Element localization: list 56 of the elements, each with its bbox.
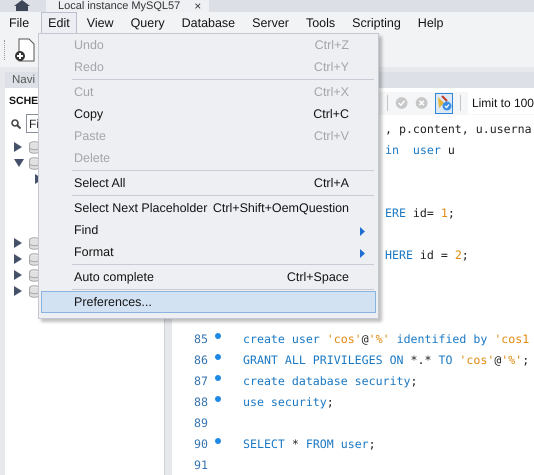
- code-text: use security;: [243, 394, 334, 408]
- line-number: 88: [193, 394, 208, 408]
- code-text: ERE id= 1;: [385, 206, 455, 220]
- expand-arrow-icon[interactable]: [14, 142, 24, 152]
- new-sql-file-icon[interactable]: [15, 38, 35, 62]
- collapse-arrow-icon[interactable]: [14, 159, 24, 167]
- code-text: create user 'cos'@'%' identified by 'cos1: [243, 332, 530, 346]
- submenu-arrow-icon: [360, 227, 365, 236]
- menu-bar-item[interactable]: Help: [410, 12, 451, 33]
- shortcut-text: Ctrl+V: [314, 129, 349, 143]
- code-text: , p.content, u.userna: [385, 122, 532, 136]
- submenu-arrow-icon: [360, 249, 365, 258]
- expand-arrow-icon[interactable]: [14, 254, 24, 264]
- menu-bar-item[interactable]: View: [80, 12, 121, 33]
- expand-arrow-icon[interactable]: [14, 270, 24, 280]
- menu-bar-item[interactable]: Database: [174, 12, 242, 33]
- line-number: 87: [193, 374, 208, 388]
- menu-item[interactable]: Select All Ctrl+A: [41, 172, 376, 194]
- menu-bar-item[interactable]: File: [2, 12, 36, 33]
- line-number: 90: [193, 436, 208, 450]
- search-icon: [11, 118, 21, 128]
- menu-item[interactable]: Auto complete Ctrl+Space: [41, 266, 376, 288]
- home-icon[interactable]: [14, 0, 30, 11]
- close-icon[interactable]: ×: [194, 0, 202, 12]
- code-text: GRANT ALL PRIVILEGES ON *.* TO 'cos'@'%';: [243, 352, 530, 366]
- menu-bar-item[interactable]: Query: [124, 12, 172, 33]
- code-text: SELECT * FROM user;: [243, 436, 376, 450]
- line-number: 89: [193, 416, 208, 430]
- shortcut-text: Ctrl+Shift+OemQuestion: [212, 201, 349, 215]
- shortcut-text: Ctrl+C: [313, 107, 349, 121]
- menu-item[interactable]: Format: [41, 241, 376, 263]
- shortcut-text: Ctrl+A: [314, 176, 349, 190]
- code-text: create database security;: [243, 374, 418, 388]
- menu-item[interactable]: Preferences...: [41, 291, 376, 313]
- code-text: in user u: [385, 142, 455, 156]
- menu-bar-item[interactable]: Server: [245, 12, 296, 33]
- line-number: 91: [193, 458, 208, 472]
- menu-item[interactable]: Select Next Placeholder Ctrl+Shift+OemQuestion: [41, 197, 376, 219]
- menu-bar-item[interactable]: Scripting: [345, 12, 408, 33]
- menu-bar-item[interactable]: Edit: [41, 12, 77, 33]
- line-number: 85: [193, 332, 208, 346]
- menu-bar-item[interactable]: Tools: [298, 12, 342, 33]
- shortcut-text: Ctrl+Z: [314, 38, 349, 52]
- document-tab[interactable]: Local instance MySQL57 ×: [46, 0, 210, 12]
- menu-item[interactable]: Find: [41, 219, 376, 241]
- expand-arrow-icon[interactable]: [14, 238, 24, 248]
- code-text: HERE id = 2;: [385, 248, 469, 262]
- shortcut-text: Ctrl+X: [314, 85, 349, 99]
- toggle-button[interactable]: [435, 92, 454, 114]
- shortcut-text: Ctrl+Y: [314, 60, 349, 74]
- menu-item[interactable]: Copy Ctrl+C: [41, 103, 376, 125]
- expand-arrow-icon[interactable]: [14, 286, 24, 296]
- line-number: 86: [193, 352, 208, 366]
- limit-dropdown[interactable]: Limit to 100: [468, 92, 534, 114]
- shortcut-text: Ctrl+Space: [286, 270, 349, 284]
- schemas-heading: SCHE: [9, 95, 38, 109]
